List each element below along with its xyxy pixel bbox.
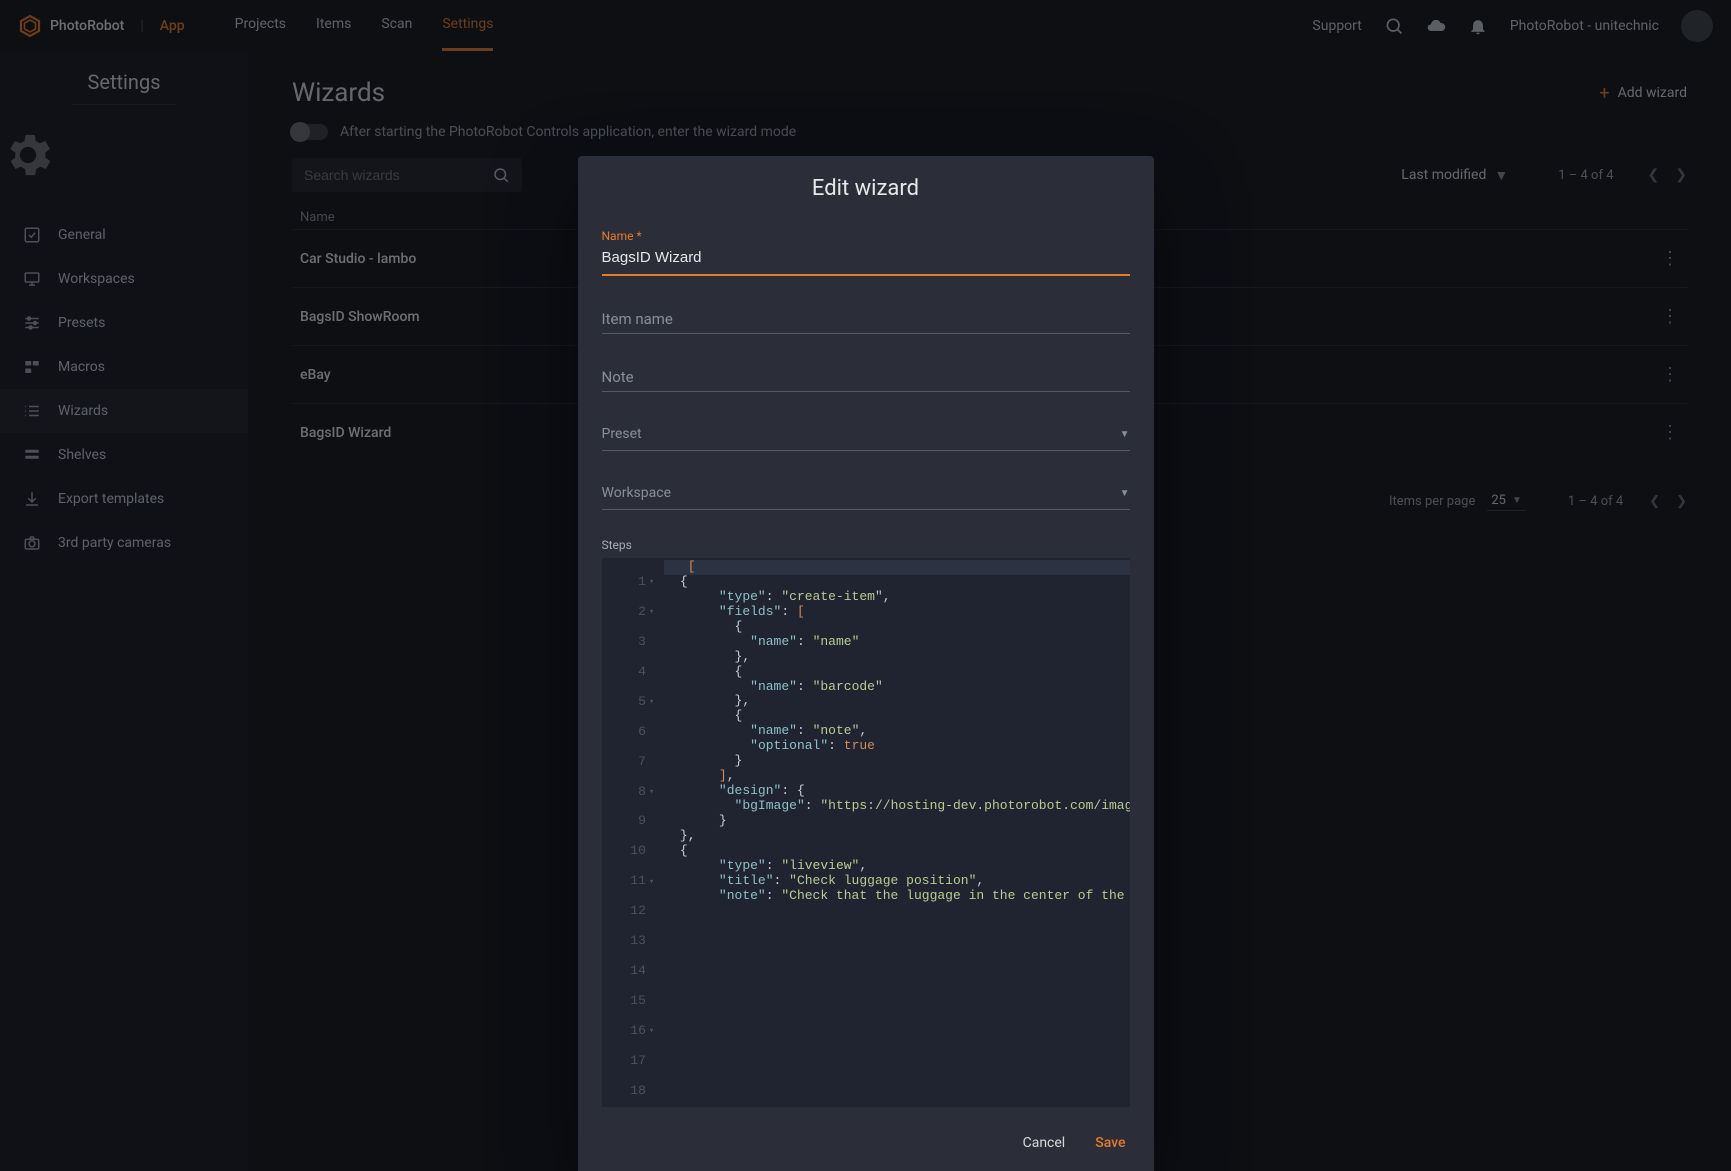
field-preset: Preset ▼: [602, 422, 1130, 451]
modal-title: Edit wizard: [578, 156, 1154, 215]
chevron-down-icon: ▼: [1120, 429, 1130, 440]
chevron-down-icon: ▼: [1120, 488, 1130, 499]
note-input[interactable]: [602, 360, 1130, 392]
field-item-name: Item name: [602, 302, 1130, 334]
name-input[interactable]: [602, 243, 1130, 276]
field-workspace: Workspace ▼: [602, 481, 1130, 510]
item-name-input[interactable]: [602, 302, 1130, 334]
workspace-select[interactable]: Workspace ▼: [602, 481, 1130, 510]
edit-wizard-modal: Edit wizard Name * Item name Note Preset…: [578, 156, 1154, 1171]
save-button[interactable]: Save: [1095, 1135, 1125, 1151]
cancel-button[interactable]: Cancel: [1023, 1135, 1066, 1151]
modal-footer: Cancel Save: [578, 1117, 1154, 1171]
preset-label: Preset: [602, 426, 642, 442]
preset-select[interactable]: Preset ▼: [602, 422, 1130, 451]
field-note: Note: [602, 360, 1130, 392]
name-label: Name *: [602, 229, 1130, 243]
field-name: Name *: [602, 229, 1130, 276]
code-content[interactable]: [ { "type": "create-item", "fields": [ {…: [664, 558, 1129, 1107]
code-gutter: 1▾ 2▾ 3 4 5▾ 6 7 8▾ 9 10 11▾ 12 13 14 15…: [602, 558, 665, 1107]
steps-code-editor[interactable]: 1▾ 2▾ 3 4 5▾ 6 7 8▾ 9 10 11▾ 12 13 14 15…: [602, 558, 1130, 1107]
steps-label: Steps: [602, 538, 1130, 552]
workspace-label: Workspace: [602, 485, 672, 501]
